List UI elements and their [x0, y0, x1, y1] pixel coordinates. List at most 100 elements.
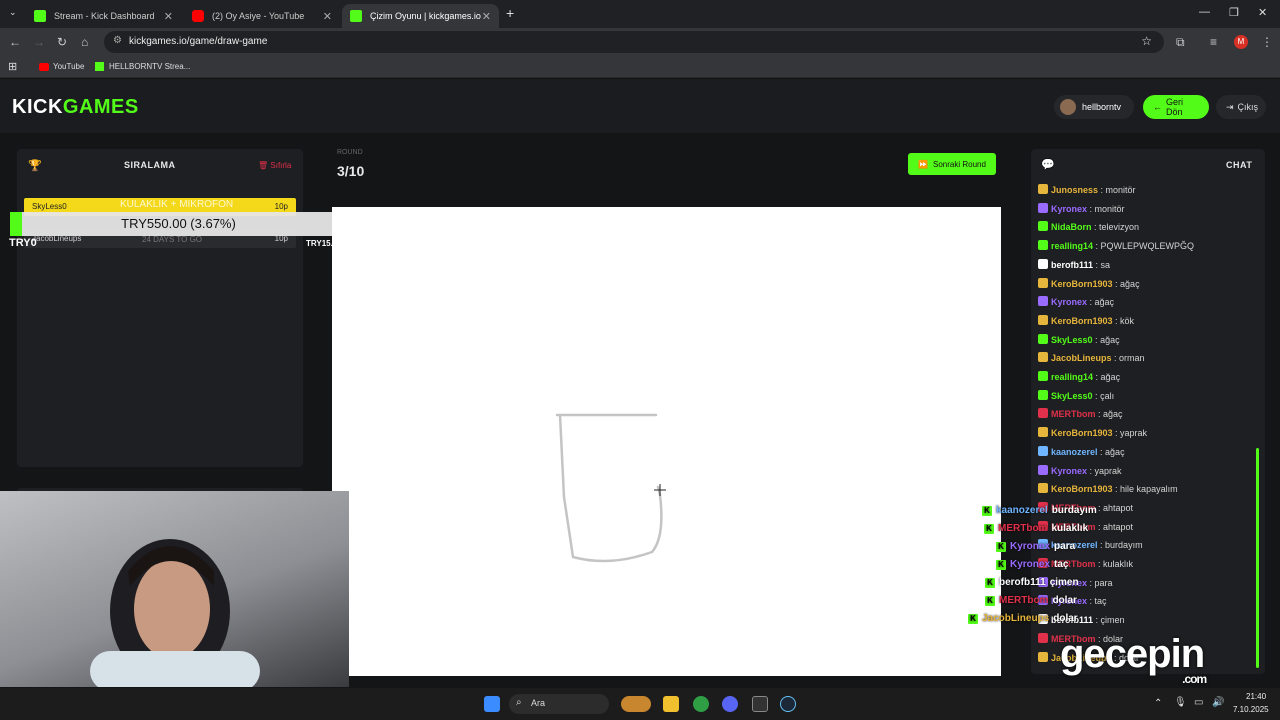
drawing-canvas[interactable] — [332, 207, 1001, 676]
tab-kick-dashboard[interactable]: Stream - Kick Dashboard ✕ — [26, 4, 181, 28]
maximize-icon[interactable]: ❐ — [1229, 6, 1239, 19]
clock-date: 7.10.2025 — [1233, 705, 1269, 714]
home-icon[interactable]: ⌂ — [81, 35, 88, 49]
kick-badge-icon: K — [985, 578, 995, 588]
chat-username[interactable]: KeroBorn1903 — [1051, 484, 1113, 494]
chat-text: ağaç — [1105, 446, 1125, 457]
chat-text: yaprak — [1094, 465, 1122, 476]
overlay-username: MERTbom — [999, 595, 1049, 606]
close-tab-icon[interactable]: ✕ — [482, 10, 491, 23]
chat-text: ağaç — [1100, 334, 1120, 345]
tab-kickgames[interactable]: Çizim Oyunu | kickgames.io ✕ — [342, 4, 499, 28]
chat-message: MERTbom : ağaç — [1038, 408, 1123, 419]
obs-icon[interactable] — [752, 696, 768, 712]
extensions-icon[interactable]: ⧉ — [1176, 35, 1185, 50]
close-tab-icon[interactable]: ✕ — [323, 10, 332, 23]
taskbar-search[interactable]: ⌕ Ara — [509, 694, 609, 714]
overlay-chat-message: K MERTbom dolar — [985, 595, 1077, 606]
chat-username[interactable]: KeroBorn1903 — [1051, 316, 1113, 326]
chat-username[interactable]: MERTbom — [1051, 409, 1096, 419]
tray-chevron-icon[interactable]: ⌃ — [1154, 698, 1162, 709]
chat-username[interactable]: JacobLineups — [1051, 353, 1112, 363]
forward-icon[interactable]: → — [33, 35, 45, 49]
leaderboard-panel — [17, 149, 303, 467]
chat-scrollbar[interactable] — [1256, 448, 1259, 668]
bookmark-star-icon[interactable]: ☆ — [1141, 34, 1152, 48]
kickgames-logo[interactable]: KICKGAMES — [12, 96, 139, 119]
overlay-chat-message: Kkaanozerel burdayım — [982, 505, 1097, 516]
chat-username[interactable]: berofb111 — [1051, 260, 1093, 270]
chat-username[interactable]: SkyLess0 — [1051, 335, 1093, 345]
close-window-icon[interactable]: ✕ — [1258, 6, 1267, 19]
back-button[interactable]: ← Geri Dön — [1143, 95, 1209, 119]
chat-badge-icon — [1038, 408, 1048, 419]
round-label: ROUND — [337, 149, 363, 156]
arrow-left-icon: ← — [1153, 102, 1162, 112]
chat-username[interactable]: NidaBorn — [1051, 222, 1092, 232]
chat-username[interactable]: realling14 — [1051, 241, 1093, 251]
chat-message: SkyLess0 : çalı — [1038, 389, 1115, 401]
chrome-icon[interactable] — [693, 696, 709, 712]
discord-icon[interactable] — [722, 696, 738, 712]
user-profile-pill[interactable]: hellborntv — [1054, 95, 1134, 119]
tab-youtube[interactable]: (2) Oy Asiye - YouTube ✕ — [184, 4, 340, 28]
tab-search-icon[interactable]: ⌄ — [9, 7, 17, 18]
chat-username[interactable]: kaanozerel — [1051, 447, 1098, 457]
overlay-chat-message: Kberofb111 çimen — [985, 577, 1079, 588]
media-icon[interactable]: ≡ — [1210, 35, 1217, 49]
apps-grid-icon[interactable]: ⊞ — [8, 60, 17, 73]
overlay-chat-message: K Kyronex taç — [996, 559, 1068, 570]
chat-separator: : — [1112, 484, 1121, 495]
chat-text: monitör — [1105, 185, 1136, 195]
kick-badge-icon: K — [968, 614, 978, 624]
chat-username[interactable]: KeroBorn1903 — [1051, 279, 1113, 289]
chat-separator: : — [1112, 278, 1121, 289]
chat-username[interactable]: KeroBorn1903 — [1051, 428, 1113, 438]
trophy-icon: 🏆 — [28, 160, 42, 172]
overlay-username: JacobLineups — [982, 613, 1050, 624]
chat-username[interactable]: Junosness — [1051, 185, 1098, 195]
overlay-username: MERTbom — [998, 523, 1048, 534]
chat-username[interactable]: realling14 — [1051, 372, 1093, 382]
windows-start-icon[interactable] — [484, 696, 500, 712]
chat-username[interactable]: Kyronex — [1051, 297, 1087, 307]
goal-progress-fill — [10, 212, 22, 236]
search-icon: ⌕ — [516, 697, 522, 708]
player-points: 10p — [274, 202, 288, 211]
chat-text: çalı — [1100, 390, 1115, 401]
overlay-prize-text: KULAKLIK + MIKROFON — [120, 199, 234, 210]
chat-message: realling14 : ağaç — [1038, 371, 1120, 382]
steam-icon[interactable] — [780, 696, 796, 712]
chat-username[interactable]: Kyronex — [1051, 204, 1087, 214]
chat-badge-icon — [1038, 371, 1048, 381]
chat-badge-icon — [1038, 277, 1048, 288]
profile-avatar[interactable]: M — [1234, 35, 1248, 49]
minimize-icon[interactable]: — — [1199, 6, 1210, 18]
chat-separator: : — [1112, 428, 1121, 439]
overlay-text: para — [1054, 541, 1076, 552]
site-info-icon[interactable]: ⚙ — [113, 35, 122, 46]
chat-message: JacobLineups : orman — [1038, 352, 1145, 363]
overlay-text: kulaklık — [1051, 523, 1089, 534]
back-icon[interactable]: ← — [9, 35, 21, 49]
chat-separator: : — [1092, 334, 1101, 345]
new-tab-button[interactable]: + — [506, 5, 514, 21]
chat-username[interactable]: Kyronex — [1051, 466, 1087, 476]
bookmark-hellborntv[interactable]: HELLBORNTV Strea... — [109, 62, 190, 71]
chat-badge-icon — [1038, 333, 1048, 344]
next-round-button[interactable]: ⏩ Sonraki Round — [908, 153, 996, 175]
network-icon[interactable]: ▭ — [1194, 697, 1203, 708]
close-tab-icon[interactable]: ✕ — [164, 10, 173, 23]
browser-menu-icon[interactable]: ⋮ — [1261, 35, 1273, 49]
file-explorer-icon[interactable] — [663, 696, 679, 712]
logout-button[interactable]: ⇥ Çıkış — [1216, 95, 1266, 119]
microphone-icon[interactable]: 🎙 — [1174, 697, 1187, 708]
reset-button[interactable]: 🗑 Sıfırla — [258, 161, 291, 170]
weather-widget-icon[interactable] — [621, 696, 651, 712]
chat-username[interactable]: SkyLess0 — [1051, 391, 1093, 401]
reload-icon[interactable]: ↻ — [57, 35, 67, 49]
url-bar[interactable]: ⚙ kickgames.io/game/draw-game ☆ — [104, 31, 1164, 53]
bookmark-youtube[interactable]: YouTube — [53, 62, 84, 71]
volume-icon[interactable]: 🔊 — [1212, 697, 1224, 708]
chat-separator: : — [1087, 297, 1095, 308]
